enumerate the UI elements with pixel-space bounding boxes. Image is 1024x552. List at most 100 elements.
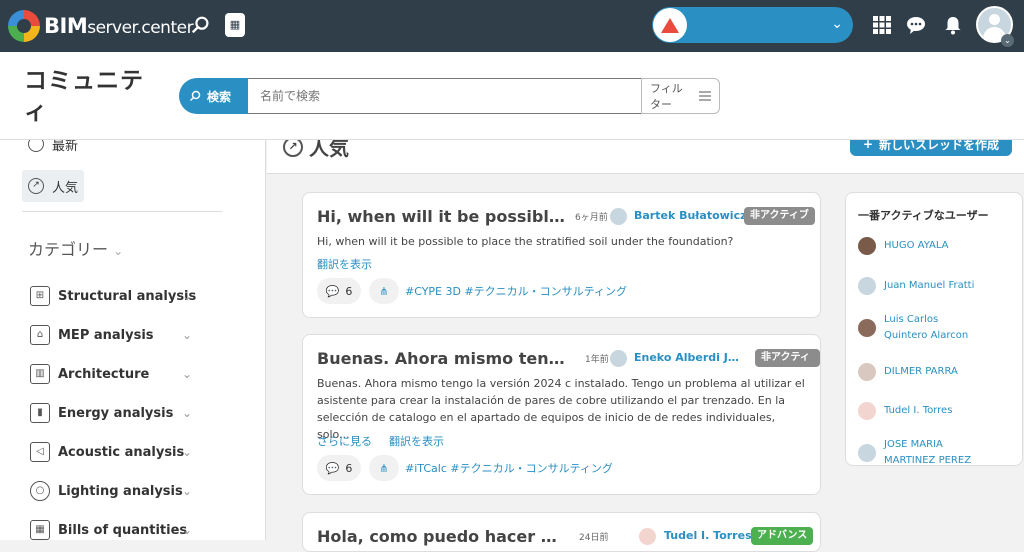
bag-icon[interactable]: ▦	[225, 13, 245, 37]
thread-tags[interactable]: #CYPE 3D #テクニカル・コンサルティング	[405, 283, 627, 299]
filter-icon	[699, 91, 711, 101]
chevron-down-icon[interactable]: ⌄	[182, 523, 192, 537]
thread-title[interactable]: Buenas. Ahora mismo tengo la...	[317, 349, 567, 368]
user-avatar[interactable]	[639, 528, 656, 545]
comments-button[interactable]: 💬 6	[317, 278, 361, 304]
show-translation-link[interactable]: 翻訳を表示	[317, 256, 372, 272]
thread-age: 24日前	[579, 533, 609, 543]
logo-rest: server.center	[87, 18, 194, 38]
active-user[interactable]: DILMER PARRA	[858, 363, 958, 381]
bulb-icon: ○	[30, 481, 50, 501]
category-mep-analysis[interactable]: ⌂ MEP analysis ⌄	[30, 323, 230, 347]
search-icon	[189, 90, 201, 102]
category-label: Acoustic analysis	[58, 444, 185, 460]
active-user[interactable]: Luis Carlos Quintero Alarcon	[858, 312, 984, 344]
category-label: Bills of quantities	[58, 522, 188, 538]
search-input[interactable]	[248, 78, 642, 114]
thread-title[interactable]: Hola, como puedo hacer que ...	[317, 527, 567, 546]
calculator-icon: ▦	[30, 520, 50, 540]
status-badge: 非アクティブ	[744, 207, 815, 225]
user-avatar	[858, 319, 876, 337]
category-label: Energy analysis	[58, 405, 174, 421]
thread-tags[interactable]: #iTCalc #テクニカル・コンサルティング	[405, 460, 613, 476]
sidebar: 最新 ↗ 人気 カテゴリー ⌄ ⊞ Structural analysis ⌄ ⌂ M…	[0, 140, 266, 540]
active-user[interactable]: Juan Manuel Fratti	[858, 277, 974, 295]
category-label: Lighting analysis	[58, 483, 183, 499]
share-button[interactable]: ⋔	[369, 278, 399, 304]
section-header: ↗ 人気 + 新しいスレッドを作成	[267, 140, 1024, 174]
user-avatar[interactable]	[610, 208, 627, 225]
comment-count: 6	[345, 461, 353, 475]
plus-icon: +	[862, 140, 874, 151]
search-button[interactable]: 検索	[179, 78, 249, 114]
share-button[interactable]: ⋔	[369, 455, 399, 481]
chevron-down-icon[interactable]: ⌄	[182, 484, 192, 498]
active-user[interactable]: HUGO AYALA	[858, 237, 949, 255]
categories-label: カテゴリー	[28, 240, 109, 259]
sidebar-item-label: 最新	[52, 140, 79, 154]
active-users-title: 一番アクティブなユーザー	[858, 209, 989, 222]
new-thread-label: 新しいスレッドを作成	[879, 140, 1000, 152]
comment-count: 6	[345, 284, 353, 298]
active-user-name: Juan Manuel Fratti	[884, 280, 975, 291]
category-structural-analysis[interactable]: ⊞ Structural analysis ⌄	[30, 284, 230, 308]
speaker-icon: ◁	[30, 442, 50, 462]
chevron-down-icon[interactable]: ⌄	[182, 328, 192, 342]
project-icon	[653, 8, 687, 42]
search-icon[interactable]	[190, 13, 212, 37]
chevron-down-icon[interactable]: ⌄	[182, 367, 192, 381]
category-label: Structural analysis	[58, 288, 197, 304]
read-more-link[interactable]: さらに見る	[317, 433, 372, 449]
sidebar-item-popular[interactable]: ↗ 人気	[22, 170, 85, 202]
active-user-name: Tudel I. Torres	[884, 405, 953, 416]
chevron-down-icon[interactable]: ⌄	[182, 289, 192, 303]
avatar-menu-icon[interactable]: ⌄	[1001, 34, 1014, 47]
apps-grid-icon[interactable]	[872, 15, 892, 35]
category-acoustic-analysis[interactable]: ◁ Acoustic analysis ⌄	[30, 440, 230, 464]
user-avatar	[858, 237, 876, 255]
category-bills-of-quantities[interactable]: ▦ Bills of quantities ⌄	[30, 518, 230, 540]
category-energy-analysis[interactable]: ▮ Energy analysis ⌄	[30, 401, 230, 425]
category-lighting-analysis[interactable]: ○ Lighting analysis ⌄	[30, 479, 230, 503]
chevron-down-icon: ⌄	[113, 244, 124, 258]
community-header: コミュニティ 検索 フィルター	[0, 52, 1024, 140]
sidebar-item-label: 人気	[52, 180, 79, 196]
project-selector[interactable]: ⌄	[652, 7, 853, 43]
chevron-down-icon[interactable]: ⌄	[182, 445, 192, 459]
thread-author[interactable]: Bartek Bułatowicz	[634, 209, 754, 222]
user-avatar	[858, 277, 876, 295]
comment-icon: 💬	[325, 461, 340, 475]
chevron-down-icon[interactable]: ⌄	[182, 406, 192, 420]
user-avatar[interactable]	[610, 350, 627, 367]
top-bar: BIMserver.center ▦ ⌄ ⌄	[0, 0, 1024, 52]
clock-icon	[28, 140, 44, 152]
user-avatar	[858, 402, 876, 420]
new-thread-button[interactable]: + 新しいスレッドを作成	[850, 140, 1012, 156]
active-user[interactable]: JOSE MARIA MARTINEZ PEREZ	[858, 437, 984, 465]
category-label: MEP analysis	[58, 327, 154, 343]
thread-card[interactable]: Buenas. Ahora mismo tengo la... 1年前 Enek…	[302, 334, 821, 495]
category-architecture[interactable]: ▥ Architecture ⌄	[30, 362, 230, 386]
building-icon: ▥	[30, 364, 50, 384]
thread-card[interactable]: Hi, when will it be possible to ... 6ヶ月前…	[302, 192, 821, 318]
status-badge: 非アクティブ	[755, 349, 820, 381]
thread-card[interactable]: Hola, como puedo hacer que ... 24日前 Tude…	[302, 512, 821, 552]
filter-button[interactable]: フィルター	[641, 78, 720, 114]
active-user[interactable]: Tudel I. Torres	[858, 402, 952, 420]
bell-icon[interactable]	[943, 15, 963, 35]
thread-excerpt: Hi, when will it be possible to place th…	[317, 235, 734, 248]
section-title-text: 人気	[309, 140, 349, 160]
user-avatar	[858, 363, 876, 381]
active-user-name: DILMER PARRA	[884, 366, 958, 377]
comments-button[interactable]: 💬 6	[317, 455, 361, 481]
thread-author[interactable]: Eneko Alberdi Jau...	[634, 351, 746, 364]
thread-title[interactable]: Hi, when will it be possible to ...	[317, 207, 567, 226]
section-title: ↗ 人気	[283, 140, 349, 161]
bimserver-logo[interactable]: BIMserver.center	[8, 10, 194, 42]
sidebar-item-latest[interactable]: 最新	[22, 140, 84, 160]
chat-icon[interactable]	[906, 15, 926, 35]
trending-icon: ↗	[283, 140, 303, 157]
sidebar-divider	[22, 211, 222, 212]
show-translation-link[interactable]: 翻訳を表示	[389, 433, 444, 449]
categories-title[interactable]: カテゴリー ⌄	[28, 236, 123, 260]
